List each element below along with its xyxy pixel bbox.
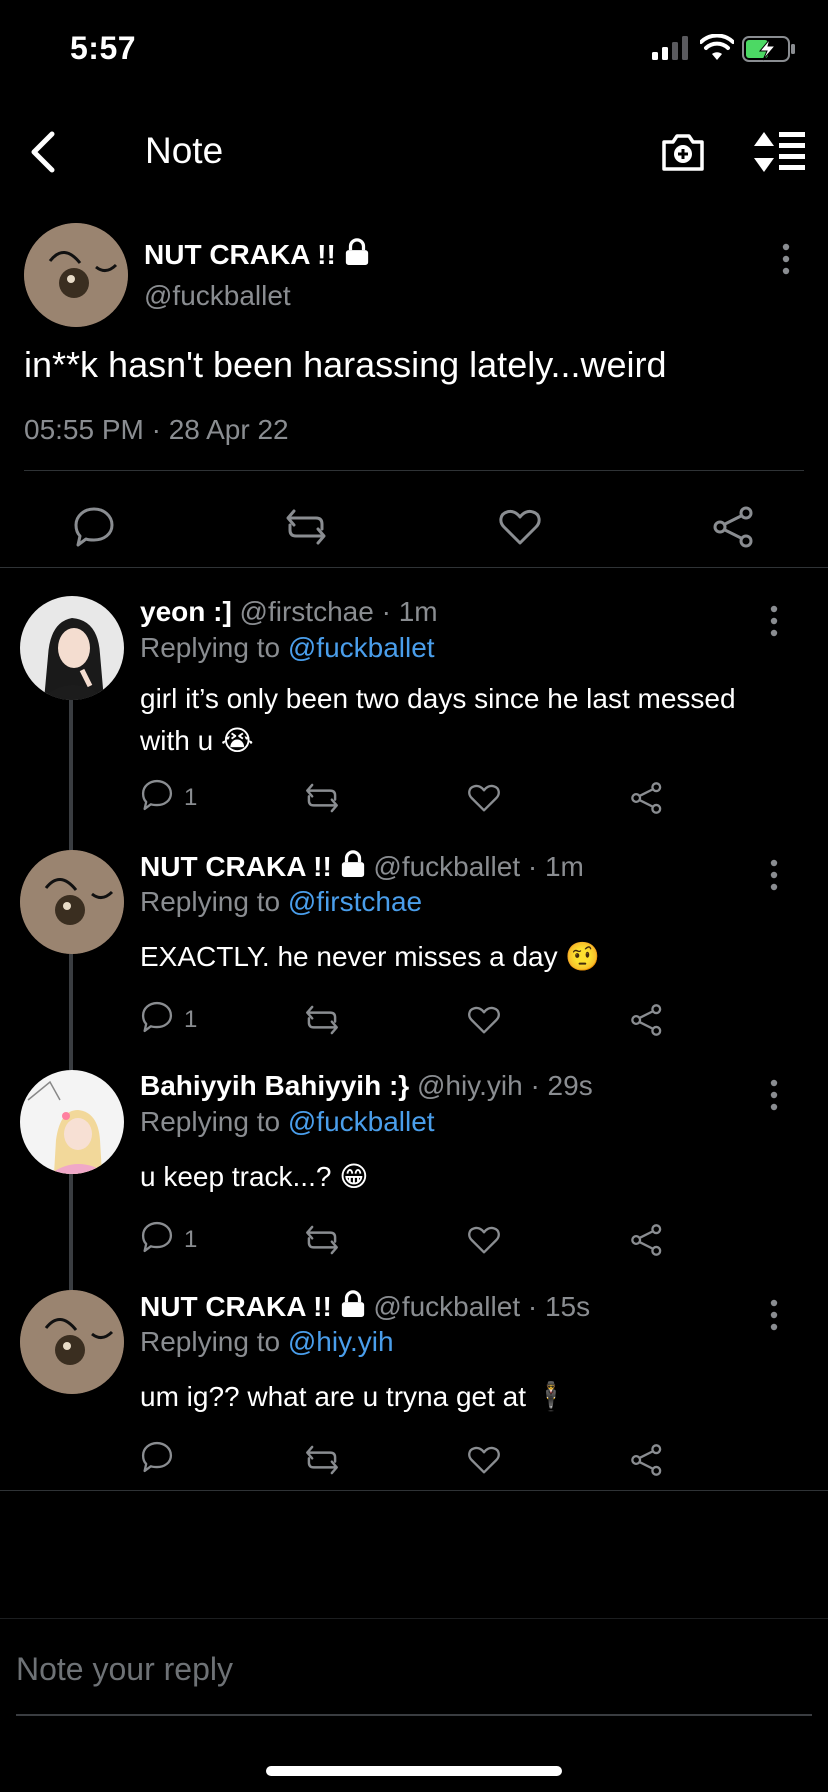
renote-icon[interactable]: [304, 778, 340, 818]
mention-link[interactable]: @hiy.yih: [288, 1326, 394, 1357]
author-name: NUT CRAKA !!: [144, 238, 370, 271]
reply-item[interactable]: Bahiyyih Bahiyyih :} @hiy.yih · 29s Repl…: [0, 1070, 828, 1270]
replying-to: Replying to @firstchae: [140, 886, 422, 918]
reply-icon: [141, 1441, 173, 1473]
battery-charging-icon: [742, 36, 795, 62]
lock-icon: [341, 850, 364, 877]
reply-item[interactable]: NUT CRAKA !! @fuckballet · 15s Replying …: [0, 1290, 828, 1490]
renote-icon[interactable]: [304, 1000, 340, 1040]
renote-icon[interactable]: [284, 505, 328, 549]
reply-actions: [0, 1440, 828, 1490]
heart-icon[interactable]: [467, 1000, 501, 1040]
reply-icon[interactable]: [72, 505, 116, 549]
reply-actions: 1: [0, 1000, 828, 1050]
avatar[interactable]: [20, 596, 124, 700]
reply-actions: 1: [0, 778, 828, 828]
reply-button[interactable]: 1: [140, 1000, 220, 1040]
reply-header: NUT CRAKA !! @fuckballet · 15s: [140, 1290, 590, 1323]
more-options-icon[interactable]: [764, 1078, 784, 1112]
back-button[interactable]: [24, 128, 64, 176]
sort-icon[interactable]: [752, 130, 806, 174]
divider: [24, 470, 804, 471]
replying-to-label: Replying to: [140, 886, 288, 917]
lock-icon: [341, 1290, 364, 1317]
reply-header: yeon :] @firstchae · 1m: [140, 596, 438, 628]
reply-header: Bahiyyih Bahiyyih :} @hiy.yih · 29s: [140, 1070, 593, 1102]
renote-icon[interactable]: [304, 1440, 340, 1480]
heart-icon[interactable]: [498, 505, 542, 549]
more-options-icon[interactable]: [764, 604, 784, 638]
renote-icon[interactable]: [304, 1220, 340, 1260]
author-handle[interactable]: @fuckballet: [144, 280, 291, 312]
cellular-signal-icon: [652, 36, 688, 60]
divider: [0, 1490, 828, 1491]
reply-meta: @firstchae · 1m: [231, 596, 438, 627]
reply-author-name[interactable]: Bahiyyih Bahiyyih :}: [140, 1070, 409, 1101]
more-options-icon[interactable]: [764, 858, 784, 892]
nav-bar: Note: [0, 110, 828, 190]
heart-icon[interactable]: [467, 778, 501, 818]
page-title: Note: [145, 130, 224, 171]
reply-item[interactable]: NUT CRAKA !! @fuckballet · 1m Replying t…: [0, 850, 828, 1050]
reply-item[interactable]: yeon :] @firstchae · 1m Replying to @fuc…: [0, 596, 828, 814]
reply-icon: [141, 779, 173, 811]
heart-icon[interactable]: [467, 1440, 501, 1480]
status-time: 5:57: [70, 30, 137, 66]
heart-icon[interactable]: [467, 1220, 501, 1260]
reply-icon: [141, 1221, 173, 1253]
reply-meta: @hiy.yih · 29s: [409, 1070, 593, 1101]
reply-author-name[interactable]: yeon :]: [140, 596, 232, 627]
mention-link[interactable]: @fuckballet: [288, 1106, 435, 1137]
share-icon[interactable]: [630, 1440, 664, 1480]
share-icon[interactable]: [630, 1000, 664, 1040]
reply-input[interactable]: [16, 1644, 812, 1694]
share-icon[interactable]: [630, 778, 664, 818]
reply-meta: @fuckballet · 15s: [365, 1291, 591, 1322]
reply-button[interactable]: 1: [140, 778, 220, 818]
replying-to-label: Replying to: [140, 1326, 288, 1357]
reply-icon: [141, 1001, 173, 1033]
note-actions: [0, 495, 828, 565]
note-text: in**k hasn't been harassing lately...wei…: [24, 344, 667, 385]
home-indicator[interactable]: [266, 1766, 562, 1776]
avatar[interactable]: [20, 850, 124, 954]
reply-button[interactable]: 1: [140, 1220, 220, 1260]
reply-text: u keep track...? 😁: [140, 1161, 369, 1192]
reply-text: girl it’s only been two days since he la…: [140, 683, 736, 756]
replying-to: Replying to @fuckballet: [140, 632, 435, 664]
input-underline: [16, 1714, 812, 1716]
reply-count: 1: [184, 1226, 198, 1253]
reply-text: um ig?? what are u tryna get at 🕴: [140, 1381, 569, 1412]
status-bar: 5:57: [0, 0, 828, 100]
mention-link[interactable]: @firstchae: [288, 886, 422, 917]
wifi-icon: [700, 34, 734, 60]
replying-to: Replying to @fuckballet: [140, 1106, 435, 1138]
composer-border: [0, 1618, 828, 1619]
reply-text: EXACTLY. he never misses a day 🤨: [140, 941, 601, 972]
lock-icon: [345, 238, 368, 265]
reply-actions: 1: [0, 1220, 828, 1270]
share-icon[interactable]: [712, 505, 756, 549]
divider: [0, 567, 828, 568]
camera-add-icon[interactable]: [660, 130, 706, 174]
note-timestamp: 05:55 PM · 28 Apr 22: [24, 414, 289, 445]
reply-author-name[interactable]: NUT CRAKA !!: [140, 1291, 332, 1322]
reply-count: 1: [184, 784, 198, 811]
replying-to: Replying to @hiy.yih: [140, 1326, 394, 1358]
more-options-icon[interactable]: [764, 1298, 784, 1332]
reply-button[interactable]: [140, 1440, 220, 1480]
replying-to-label: Replying to: [140, 632, 288, 663]
avatar[interactable]: [24, 223, 128, 327]
share-icon[interactable]: [630, 1220, 664, 1260]
reply-author-name[interactable]: NUT CRAKA !!: [140, 851, 332, 882]
reply-header: NUT CRAKA !! @fuckballet · 1m: [140, 850, 584, 883]
mention-link[interactable]: @fuckballet: [288, 632, 435, 663]
more-options-icon[interactable]: [776, 242, 796, 276]
replying-to-label: Replying to: [140, 1106, 288, 1137]
reply-meta: @fuckballet · 1m: [365, 851, 584, 882]
avatar[interactable]: [20, 1070, 124, 1174]
avatar[interactable]: [20, 1290, 124, 1394]
reply-count: 1: [184, 1006, 198, 1033]
